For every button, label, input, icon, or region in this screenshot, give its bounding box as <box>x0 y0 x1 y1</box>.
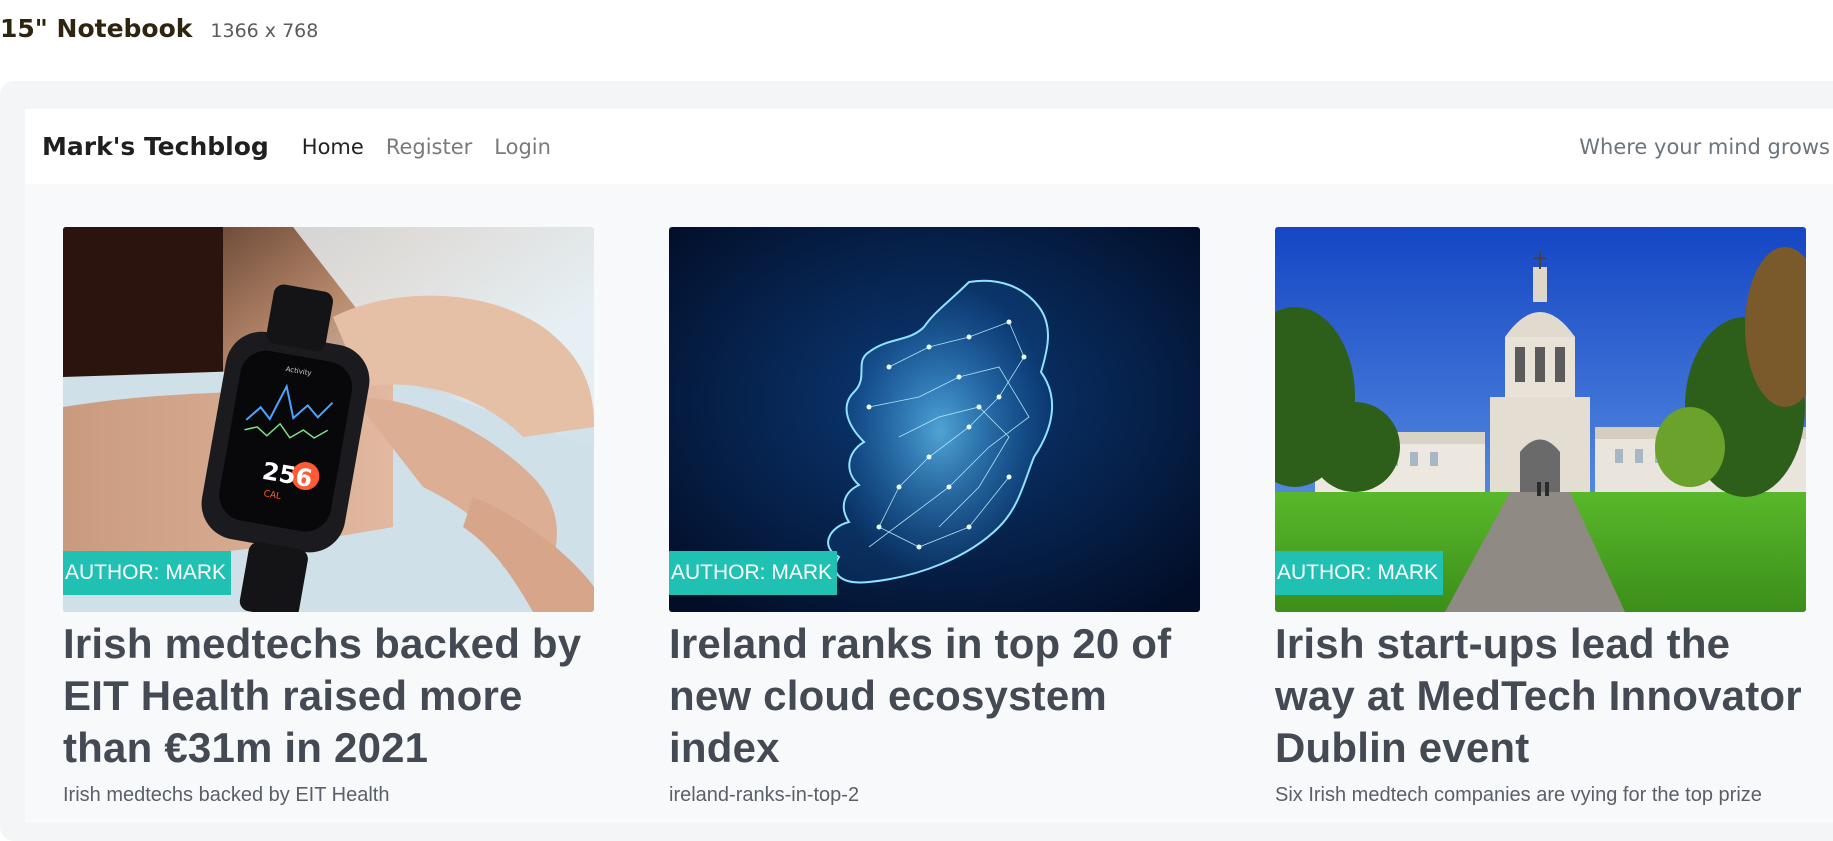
post-card[interactable]: 256 CAL Activity AUTHOR: MARK Irish medt… <box>63 227 594 807</box>
post-image-ireland-map[interactable]: AUTHOR: MARK <box>669 227 1200 612</box>
post-excerpt: Six Irish medtech companies are vying fo… <box>1275 784 1762 806</box>
post-excerpt: ireland-ranks-in-top-2 <box>669 784 860 806</box>
author-badge: AUTHOR: MARK <box>63 551 232 595</box>
page-viewport: Mark's Techblog Home Register Login Wher… <box>25 109 1833 823</box>
device-resolution: 1366 x 768 <box>210 20 319 42</box>
site-tagline: Where your mind grows <box>1579 134 1830 159</box>
navbar: Mark's Techblog Home Register Login Wher… <box>25 109 1833 184</box>
post-title[interactable]: Irish start-ups lead the way at MedTech … <box>1275 618 1806 774</box>
post-title[interactable]: Ireland ranks in top 20 of new cloud eco… <box>669 618 1200 774</box>
post-card[interactable]: AUTHOR: MARK Ireland ranks in top 20 of … <box>669 227 1200 807</box>
post-card[interactable]: AUTHOR: MARK Irish start-ups lead the wa… <box>1275 227 1806 807</box>
brand-logo[interactable]: Mark's Techblog <box>42 132 269 161</box>
author-badge: AUTHOR: MARK <box>669 551 838 595</box>
post-image-smartwatch[interactable]: 256 CAL Activity AUTHOR: MARK <box>63 227 594 612</box>
post-image-campus[interactable]: AUTHOR: MARK <box>1275 227 1806 612</box>
nav-login-link[interactable]: Login <box>494 135 551 159</box>
author-badge: AUTHOR: MARK <box>1275 551 1444 595</box>
post-excerpt: Irish medtechs backed by EIT Health <box>63 784 390 806</box>
post-title[interactable]: Irish medtechs backed by EIT Health rais… <box>63 618 594 774</box>
device-caption: 15" Notebook 1366 x 768 <box>0 14 318 50</box>
nav-home-link[interactable]: Home <box>302 135 364 159</box>
nav-links: Home Register Login <box>302 135 551 159</box>
nav-register-link[interactable]: Register <box>386 135 472 159</box>
device-name: 15" Notebook <box>0 14 193 43</box>
